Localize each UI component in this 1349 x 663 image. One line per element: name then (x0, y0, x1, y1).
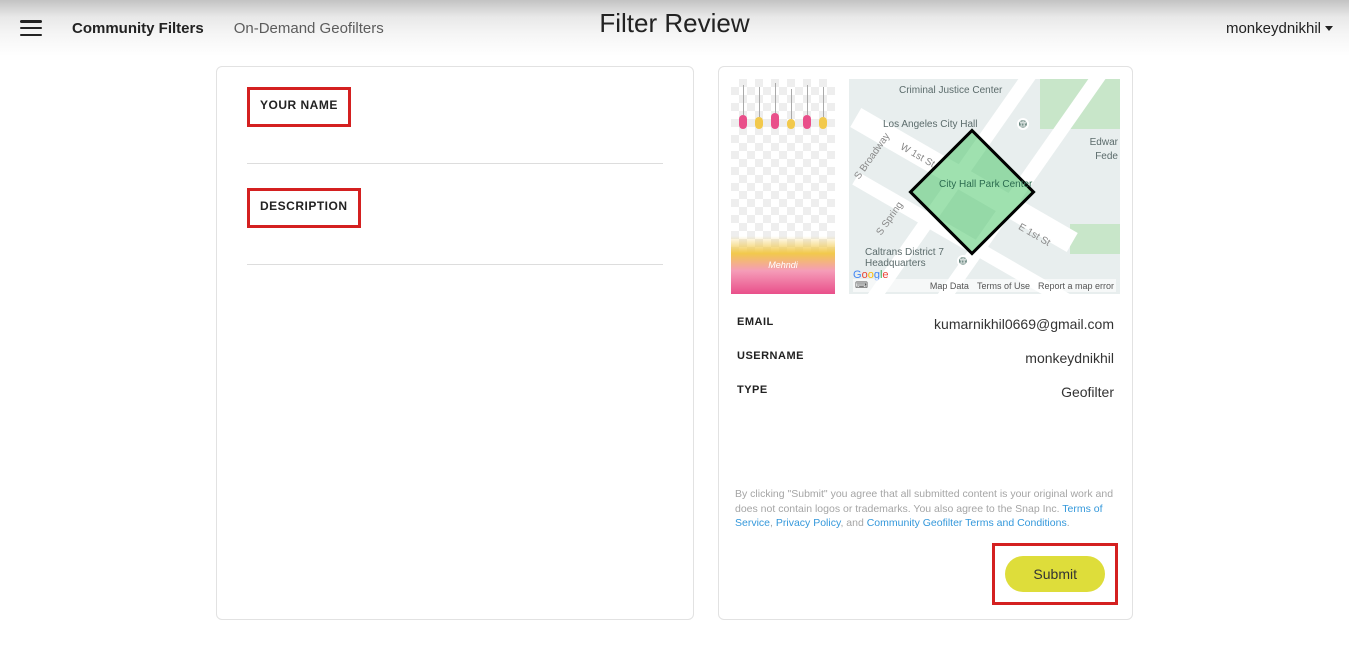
poi-criminal-justice: Criminal Justice Center (899, 85, 1002, 96)
email-key: EMAIL (737, 316, 774, 332)
filter-banner: Mehndi (731, 236, 835, 294)
poi-fede: Fede (1095, 151, 1118, 162)
your-name-input[interactable] (247, 135, 663, 164)
submit-area: Submit (731, 543, 1120, 607)
chevron-down-icon (1325, 26, 1333, 31)
tab-on-demand-geofilters[interactable]: On-Demand Geofilters (234, 20, 384, 37)
highlight-description: DESCRIPTION (247, 188, 361, 228)
media-row: Mehndi City Hall Park Center Criminal Ju… (731, 79, 1120, 294)
map-attribution: ⌨ Map Data Terms of Use Report a map err… (853, 279, 1116, 292)
filter-preview: Mehndi (731, 79, 835, 294)
page-title: Filter Review (599, 8, 749, 39)
poi-city-hall: Los Angeles City Hall (883, 119, 978, 130)
email-value: kumarnikhil0669@gmail.com (934, 316, 1114, 332)
tab-community-filters[interactable]: Community Filters (72, 20, 204, 37)
menu-icon[interactable] (20, 20, 42, 36)
map-data-link[interactable]: Map Data (930, 281, 969, 291)
user-name: monkeydnikhil (1226, 20, 1321, 37)
info-rows: EMAIL kumarnikhil0669@gmail.com USERNAME… (731, 316, 1120, 418)
review-panel: Mehndi City Hall Park Center Criminal Ju… (718, 66, 1133, 620)
map-pin-icon: 🏛 (957, 255, 969, 267)
map-report-link[interactable]: Report a map error (1038, 281, 1114, 291)
description-input[interactable] (247, 236, 663, 265)
legal-text: By clicking "Submit" you agree that all … (731, 487, 1120, 531)
info-row-username: USERNAME monkeydnikhil (737, 350, 1114, 366)
app-header: Community Filters On-Demand Geofilters F… (0, 0, 1349, 56)
main-content: YOUR NAME DESCRIPTION Mehndi (0, 56, 1349, 620)
map-pin-icon: 🏛 (1017, 118, 1029, 130)
geofilter-terms-link[interactable]: Community Geofilter Terms and Conditions (867, 517, 1067, 529)
type-key: TYPE (737, 384, 768, 400)
privacy-link[interactable]: Privacy Policy (776, 517, 841, 529)
info-row-type: TYPE Geofilter (737, 384, 1114, 400)
nav-tabs: Community Filters On-Demand Geofilters (72, 20, 414, 37)
description-label: DESCRIPTION (260, 199, 348, 213)
type-value: Geofilter (1061, 384, 1114, 400)
poi-caltrans: Caltrans District 7 Headquarters (865, 247, 950, 269)
highlight-submit: Submit (992, 543, 1118, 605)
form-panel: YOUR NAME DESCRIPTION (216, 66, 694, 620)
lanterns-decoration (731, 79, 835, 129)
info-row-email: EMAIL kumarnikhil0669@gmail.com (737, 316, 1114, 332)
username-value: monkeydnikhil (1025, 350, 1114, 366)
map[interactable]: City Hall Park Center Criminal Justice C… (849, 79, 1120, 294)
geofence-label: City Hall Park Center (939, 179, 1032, 191)
submit-button[interactable]: Submit (1005, 556, 1105, 592)
keyboard-icon[interactable]: ⌨ (855, 280, 868, 291)
user-menu[interactable]: monkeydnikhil (1226, 20, 1333, 37)
map-tou-link[interactable]: Terms of Use (977, 281, 1030, 291)
your-name-label: YOUR NAME (260, 98, 338, 112)
poi-edward: Edwar (1090, 137, 1118, 148)
highlight-your-name: YOUR NAME (247, 87, 351, 127)
username-key: USERNAME (737, 350, 804, 366)
legal-pre: By clicking "Submit" you agree that all … (735, 488, 1113, 515)
